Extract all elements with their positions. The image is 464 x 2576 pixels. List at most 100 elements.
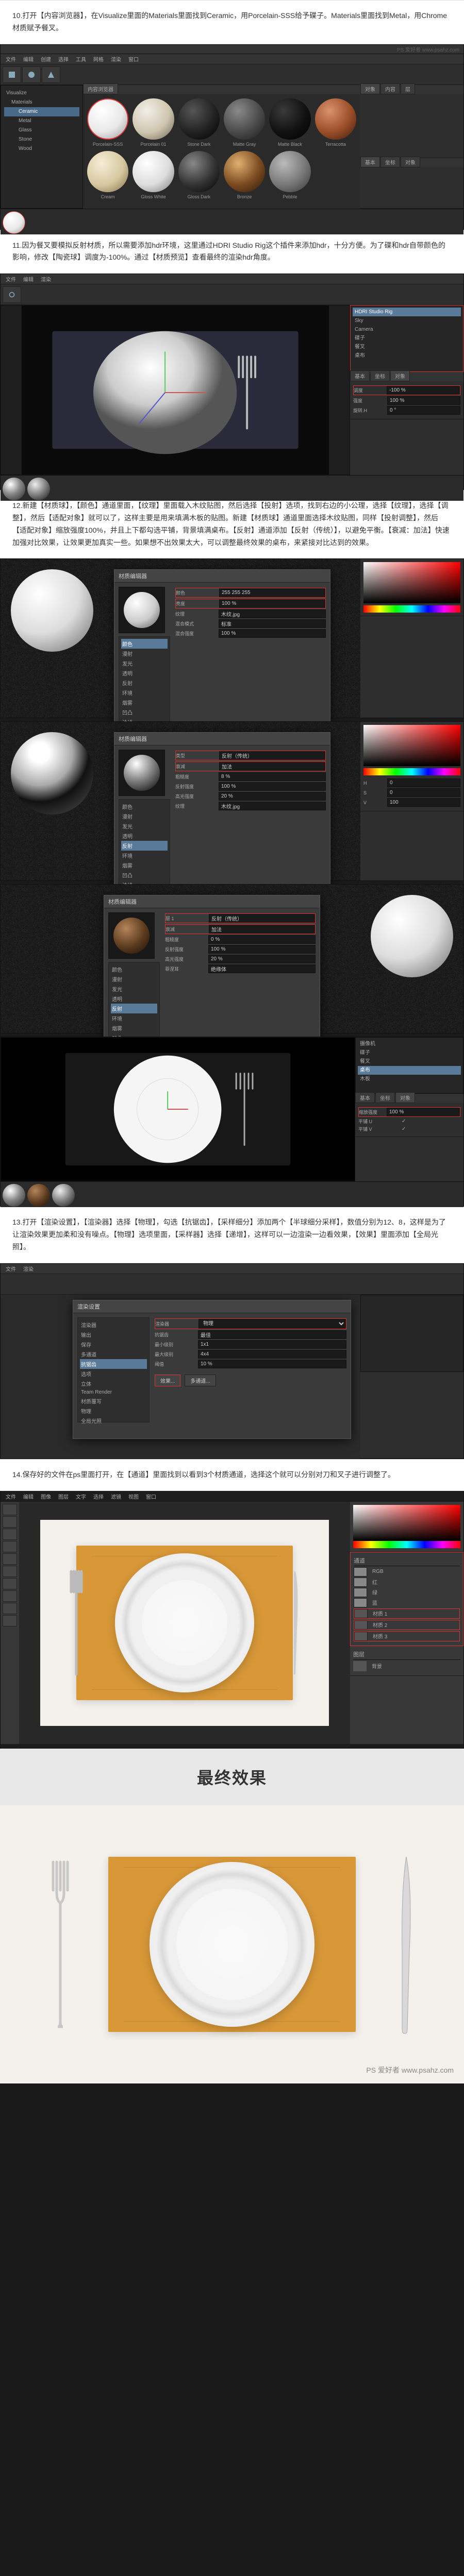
icon-toolbar[interactable] <box>1 1274 463 1295</box>
channel-row[interactable]: 材质 2 <box>354 1620 460 1630</box>
attr-input[interactable] <box>387 406 460 415</box>
channel-item[interactable]: 漫射 <box>111 974 157 984</box>
clone-tool-icon[interactable] <box>3 1578 17 1589</box>
material-sphere[interactable] <box>224 98 265 140</box>
channel-item[interactable]: 颜色 <box>121 639 168 649</box>
object-list[interactable] <box>360 94 463 158</box>
menu-item[interactable]: 图层 <box>58 1493 69 1500</box>
channel-row[interactable]: RGB <box>354 1567 460 1577</box>
attr-input[interactable] <box>387 396 460 405</box>
attr-input[interactable] <box>219 751 325 760</box>
menu-item[interactable]: 编辑 <box>23 1493 34 1500</box>
attr-input[interactable] <box>219 802 326 810</box>
material-sphere[interactable] <box>87 151 128 192</box>
ps-channels-panel[interactable]: 通道 RGB红绿蓝材质 1材质 2材质 3 <box>350 1552 463 1646</box>
material-thumb[interactable] <box>27 1184 50 1207</box>
crop-tool-icon[interactable] <box>3 1553 17 1565</box>
attr-input[interactable] <box>208 945 316 954</box>
hue-slider[interactable] <box>353 1541 460 1548</box>
material-sphere[interactable] <box>269 98 310 140</box>
attr-input[interactable] <box>219 792 326 801</box>
ps-layers-panel[interactable]: 图层 背景 <box>350 1646 463 1676</box>
hue-slider[interactable] <box>363 768 460 775</box>
material-sphere[interactable] <box>132 98 174 140</box>
material-thumb[interactable] <box>52 1184 75 1207</box>
obj-item[interactable]: 碟子 <box>358 1048 461 1057</box>
channel-item[interactable]: 烟雾 <box>121 860 168 870</box>
viewport[interactable] <box>1 305 350 475</box>
material-sphere[interactable] <box>315 98 356 140</box>
eraser-tool-icon[interactable] <box>3 1590 17 1602</box>
obj-item[interactable]: 餐叉 <box>353 343 461 351</box>
channel-row[interactable]: 绿 <box>354 1588 460 1597</box>
channel-row[interactable]: 蓝 <box>354 1598 460 1607</box>
material-sphere[interactable] <box>87 98 128 140</box>
content-tabs[interactable]: 内容浏览器 <box>83 85 360 94</box>
rs-item[interactable]: 材质覆写 <box>80 1396 147 1406</box>
wand-tool-icon[interactable] <box>3 1541 17 1552</box>
attr-input[interactable] <box>198 1350 346 1359</box>
menu-item[interactable]: 文件 <box>6 275 16 283</box>
tab[interactable]: 内容 <box>380 83 400 94</box>
menu-item[interactable]: 工具 <box>76 55 86 63</box>
menu-item[interactable]: 渲染 <box>111 55 121 63</box>
content-tree[interactable]: Visualize Materials Ceramic Metal Glass … <box>1 85 83 209</box>
channel-row[interactable]: 红 <box>354 1578 460 1587</box>
attr-input[interactable] <box>219 599 325 608</box>
tree-item[interactable]: Visualize <box>4 89 79 98</box>
obj-item[interactable]: 碟子 <box>353 334 461 343</box>
tree-item[interactable]: Stone <box>4 135 79 144</box>
attr-input[interactable] <box>208 964 316 973</box>
attr-input[interactable] <box>198 1340 346 1349</box>
renderer-select[interactable]: 物理 <box>198 1319 346 1329</box>
render-icon[interactable] <box>3 286 21 303</box>
tab[interactable]: 对象 <box>401 157 420 167</box>
tab[interactable]: 对象 <box>360 83 380 94</box>
material-manager[interactable] <box>1 475 463 501</box>
channel-item[interactable]: 透明 <box>121 831 168 841</box>
render-settings-dialog[interactable]: 渲染设置 渲染器输出保存多通道抗锯齿选项立体Team Render材质覆写物理全… <box>73 1300 351 1439</box>
channel-item[interactable]: 发光 <box>111 984 157 994</box>
tab[interactable]: 层 <box>401 83 415 94</box>
rs-item[interactable]: 选项 <box>80 1369 147 1379</box>
attr-input[interactable] <box>219 762 325 771</box>
channel-item[interactable]: 环境 <box>121 688 168 698</box>
material-thumb[interactable] <box>3 211 25 234</box>
channel-item[interactable]: 凹凸 <box>121 707 168 717</box>
tab[interactable]: 坐标 <box>380 157 400 167</box>
attr-input[interactable] <box>209 914 315 923</box>
menu-item[interactable]: 编辑 <box>23 55 34 63</box>
attr-input[interactable] <box>198 1360 346 1368</box>
obj-item[interactable]: HDRI Studio Rig <box>353 308 461 316</box>
channel-item[interactable]: 反射 <box>111 1004 157 1013</box>
attr-input[interactable] <box>219 609 326 618</box>
rs-item[interactable]: 立体 <box>80 1379 147 1388</box>
obj-item[interactable]: Camera <box>353 325 461 334</box>
obj-item[interactable]: 木板 <box>358 1075 461 1083</box>
rs-item[interactable]: 物理 <box>80 1406 147 1416</box>
material-sphere[interactable] <box>269 151 310 192</box>
rs-item[interactable]: Team Render <box>80 1388 147 1396</box>
text-tool-icon[interactable] <box>3 1615 17 1626</box>
material-sphere[interactable] <box>178 98 220 140</box>
menu-item[interactable]: 选择 <box>93 1493 104 1500</box>
attr-input[interactable] <box>219 772 326 781</box>
channel-row[interactable]: 材质 3 <box>354 1631 460 1641</box>
tab[interactable]: 对象 <box>395 1092 415 1103</box>
object-tabs[interactable]: 对象 内容 层 <box>360 85 463 94</box>
menu-item[interactable]: 选择 <box>58 55 69 63</box>
hue-slider[interactable] <box>363 605 460 613</box>
ps-color-panel[interactable] <box>350 1502 463 1552</box>
attr-input[interactable] <box>198 1330 346 1339</box>
c4d-menu-bar[interactable]: 文件 渲染 <box>1 1264 463 1274</box>
tree-item-selected[interactable]: Ceramic <box>4 107 79 116</box>
channel-item[interactable]: 透明 <box>121 668 168 678</box>
ps-canvas[interactable] <box>19 1502 350 1744</box>
attr-input[interactable] <box>208 955 316 963</box>
ps-toolbox[interactable] <box>1 1502 19 1744</box>
menu-item[interactable]: 文件 <box>6 55 16 63</box>
menu-item[interactable]: 文件 <box>6 1265 16 1273</box>
channel-item[interactable]: 发光 <box>121 821 168 831</box>
material-thumb[interactable] <box>27 478 50 500</box>
attr-input[interactable] <box>387 386 460 395</box>
